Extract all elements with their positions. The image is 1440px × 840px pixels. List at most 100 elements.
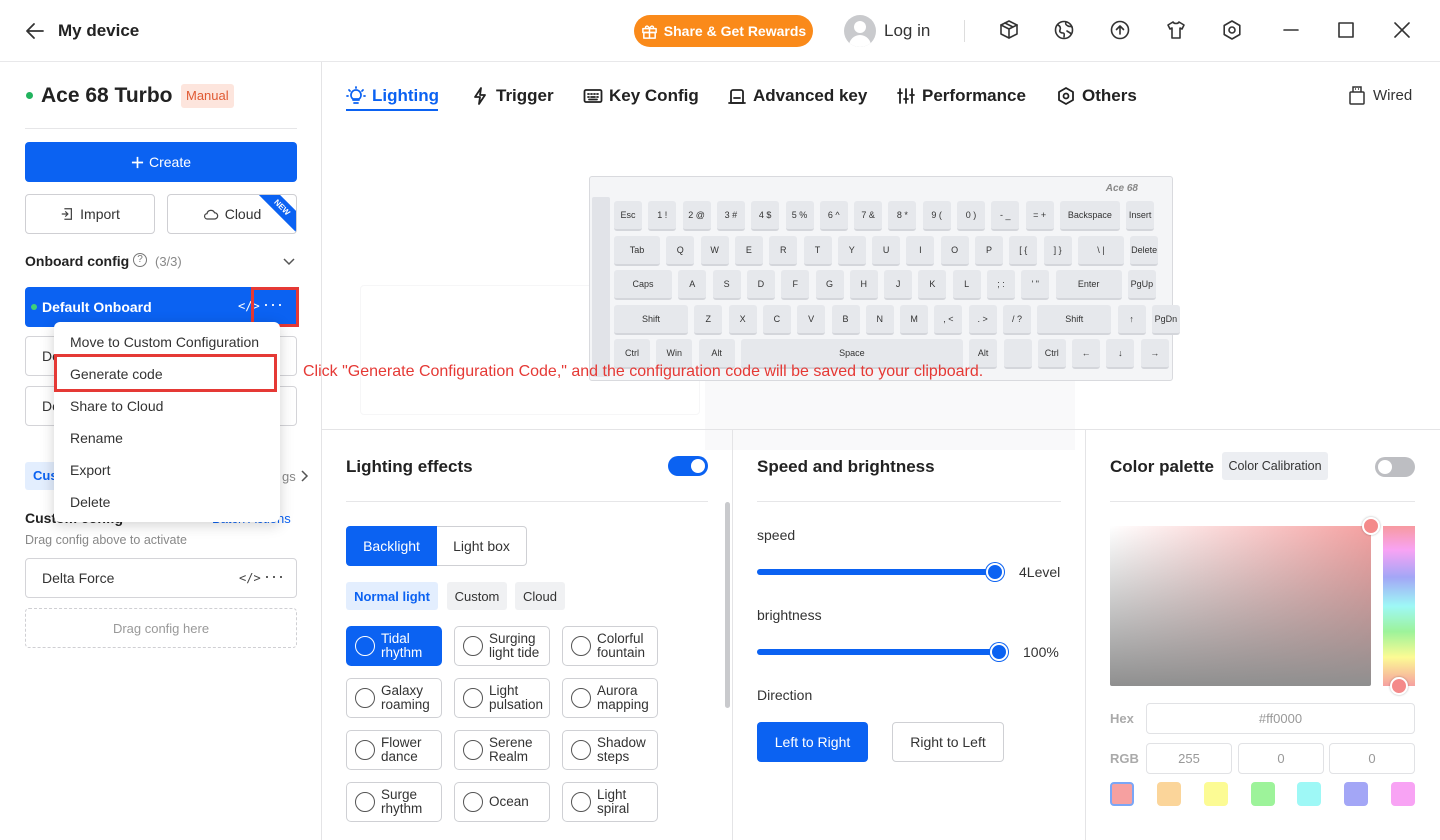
key[interactable]: W	[700, 236, 729, 266]
lighting-scrollbar[interactable]	[725, 502, 730, 708]
key[interactable]: Insert	[1126, 201, 1155, 231]
color-calibration-button[interactable]: Color Calibration	[1222, 452, 1328, 480]
swatch-yellow[interactable]	[1204, 782, 1228, 806]
key[interactable]: PgUp	[1127, 270, 1156, 300]
key[interactable]: 7 &	[854, 201, 883, 231]
key[interactable]: Delete	[1130, 236, 1159, 266]
key[interactable]: = +	[1025, 201, 1054, 231]
swatch-red[interactable]	[1110, 782, 1134, 806]
key[interactable]: 5 %	[785, 201, 814, 231]
code-icon[interactable]: </>	[239, 571, 261, 585]
key[interactable]: Z	[694, 305, 723, 335]
login-button[interactable]: Log in	[844, 15, 930, 47]
effect-tile[interactable]: Colorful fountain	[562, 626, 658, 666]
key[interactable]: X	[728, 305, 757, 335]
onboard-collapse-button[interactable]	[282, 254, 296, 268]
key[interactable]: I	[906, 236, 935, 266]
key[interactable]: Caps	[614, 270, 672, 300]
speed-slider-knob[interactable]	[986, 563, 1004, 581]
key[interactable]: 9 (	[922, 201, 951, 231]
upload-icon[interactable]	[1107, 17, 1133, 43]
swatch-pink[interactable]	[1391, 782, 1415, 806]
key[interactable]: F	[781, 270, 810, 300]
key[interactable]: . >	[968, 305, 997, 335]
red-input[interactable]: 255	[1146, 743, 1232, 774]
key[interactable]: V	[797, 305, 826, 335]
tab-lighting[interactable]: Lighting	[346, 84, 439, 108]
swatch-green[interactable]	[1251, 782, 1275, 806]
key[interactable]: 2 @	[682, 201, 711, 231]
key[interactable]: ←	[1072, 339, 1101, 369]
key[interactable]: Y	[837, 236, 866, 266]
key[interactable]: G	[815, 270, 844, 300]
key[interactable]: T	[803, 236, 832, 266]
key[interactable]: 4 $	[751, 201, 780, 231]
speed-slider[interactable]	[757, 563, 1004, 581]
key[interactable]: Shift	[1037, 305, 1112, 335]
key[interactable]: H	[849, 270, 878, 300]
palette-toggle[interactable]	[1375, 457, 1415, 477]
key[interactable]: C	[762, 305, 791, 335]
menu-item-export[interactable]: Export	[54, 454, 280, 486]
key[interactable]: M	[900, 305, 929, 335]
globe-icon[interactable]	[1051, 17, 1077, 43]
more-icon[interactable]: ···	[264, 566, 285, 587]
shirt-icon[interactable]	[1163, 17, 1189, 43]
saturation-knob[interactable]	[1362, 517, 1380, 535]
swatch-blue[interactable]	[1344, 782, 1368, 806]
key[interactable]: PgDn	[1151, 305, 1180, 335]
key[interactable]: B	[831, 305, 860, 335]
tab-others[interactable]: Others	[1056, 84, 1137, 108]
blue-input[interactable]: 0	[1329, 743, 1415, 774]
key[interactable]: J	[884, 270, 913, 300]
brightness-slider[interactable]	[757, 643, 1008, 661]
key[interactable]: Esc	[614, 201, 642, 231]
effect-tile[interactable]: Tidal rhythm	[346, 626, 442, 666]
key[interactable]: Ctrl	[1037, 339, 1066, 369]
key[interactable]: ' "	[1021, 270, 1050, 300]
key[interactable]: Shift	[614, 305, 688, 335]
hex-input[interactable]: #ff0000	[1146, 703, 1415, 734]
key[interactable]: 6 ^	[819, 201, 848, 231]
effect-tile[interactable]: Aurora mapping	[562, 678, 658, 718]
key[interactable]: P	[975, 236, 1003, 266]
effect-tile[interactable]: Light pulsation	[454, 678, 550, 718]
direction-left-to-right-button[interactable]: Left to Right	[757, 722, 868, 762]
swatch-cyan[interactable]	[1297, 782, 1321, 806]
back-button[interactable]	[24, 20, 46, 42]
tab-backlight[interactable]: Backlight	[346, 526, 437, 566]
share-rewards-button[interactable]: Share & Get Rewards	[634, 15, 813, 47]
key[interactable]: Enter	[1055, 270, 1122, 300]
effect-tile[interactable]: Light spiral	[562, 782, 658, 822]
key[interactable]: Tab	[614, 236, 660, 266]
key[interactable]: ↓	[1106, 339, 1135, 369]
maximize-icon[interactable]	[1333, 17, 1359, 43]
effect-tile[interactable]: Ocean	[454, 782, 550, 822]
key[interactable]: \ |	[1077, 236, 1124, 266]
menu-item-delete[interactable]: Delete	[54, 486, 280, 518]
box-icon[interactable]	[996, 17, 1022, 43]
effect-tile[interactable]: Surge rhythm	[346, 782, 442, 822]
brightness-slider-knob[interactable]	[990, 643, 1008, 661]
key[interactable]: U	[872, 236, 901, 266]
key[interactable]: [ {	[1009, 236, 1038, 266]
key[interactable]: 8 *	[888, 201, 917, 231]
tab-key-config[interactable]: Key Config	[583, 84, 699, 108]
swatch-orange[interactable]	[1157, 782, 1181, 806]
create-button[interactable]: Create	[25, 142, 297, 182]
tab-advanced-key[interactable]: Advanced key	[727, 84, 867, 108]
import-button[interactable]: Import	[25, 194, 155, 234]
effect-tile[interactable]: Shadow steps	[562, 730, 658, 770]
key[interactable]: / ?	[1003, 305, 1031, 335]
key[interactable]: Q	[666, 236, 695, 266]
key[interactable]: N	[865, 305, 894, 335]
close-icon[interactable]	[1389, 17, 1415, 43]
custom-item-delta-force[interactable]: Delta Force </> ···	[25, 558, 297, 598]
key[interactable]: D	[746, 270, 775, 300]
key[interactable]: O	[940, 236, 969, 266]
key[interactable]: →	[1140, 339, 1169, 369]
subtab-custom[interactable]: Custom	[447, 582, 507, 610]
minimize-icon[interactable]	[1278, 17, 1304, 43]
lighting-toggle[interactable]	[668, 456, 708, 476]
tab-performance[interactable]: Performance	[896, 84, 1026, 108]
